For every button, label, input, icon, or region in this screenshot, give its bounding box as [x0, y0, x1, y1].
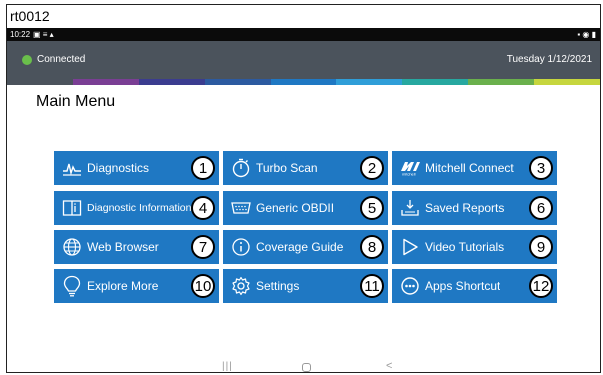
app-header: Connected Tuesday 1/12/2021	[7, 41, 600, 79]
menu-number-badge: 2	[360, 156, 384, 180]
menu-tile-mitchell-connect[interactable]: mitchell Mitchell Connect 3	[392, 151, 557, 185]
svg-text:mitchell: mitchell	[402, 172, 416, 177]
diagnostics-icon	[61, 157, 83, 179]
menu-tile-label: Mitchell Connect	[425, 161, 514, 175]
brand-color-stripe	[7, 79, 601, 85]
apps-icon	[399, 275, 421, 297]
menu-number-badge: 1	[191, 156, 215, 180]
android-nav-bar: ||| <	[0, 360, 603, 375]
menu-tile-explore-more[interactable]: Explore More 10	[54, 269, 219, 303]
menu-tile-settings[interactable]: Settings 11	[223, 269, 388, 303]
header-date: Tuesday 1/12/2021	[506, 54, 592, 65]
menu-number-badge: 10	[191, 274, 215, 298]
menu-tile-apps-shortcut[interactable]: Apps Shortcut 12	[392, 269, 557, 303]
stripe-segment	[336, 79, 403, 85]
stopwatch-icon	[230, 157, 252, 179]
menu-number-badge: 11	[360, 274, 384, 298]
recents-button[interactable]: |||	[222, 361, 233, 372]
menu-number-badge: 12	[529, 274, 553, 298]
menu-tile-diagnostics[interactable]: Diagnostics 1	[54, 151, 219, 185]
stripe-segment	[72, 79, 139, 85]
menu-tile-label: Explore More	[87, 279, 159, 293]
lightbulb-icon	[61, 275, 83, 297]
globe-icon	[61, 236, 83, 258]
menu-tile-label: Saved Reports	[425, 201, 505, 215]
menu-tile-label: Generic OBDII	[256, 201, 335, 215]
stripe-segment	[270, 79, 337, 85]
stripe-segment	[468, 79, 535, 85]
menu-tile-web-browser[interactable]: Web Browser 7	[54, 230, 219, 264]
connection-status[interactable]: Connected	[22, 54, 85, 65]
status-bar: 10:22 ▣ ≡ ▴ ▪ ◉ ▮	[7, 28, 600, 41]
menu-number-badge: 5	[360, 196, 384, 220]
menu-tile-label: Diagnostic Information	[87, 202, 192, 214]
mitchell-logo-icon: mitchell	[399, 157, 421, 179]
menu-tile-label: Web Browser	[87, 240, 159, 254]
gear-icon	[230, 275, 252, 297]
menu-tile-label: Video Tutorials	[425, 240, 505, 254]
menu-tile-diagnostic-information[interactable]: Diagnostic Information 4	[54, 191, 219, 225]
menu-tile-label: Coverage Guide	[256, 240, 344, 254]
page-title: Main Menu	[36, 93, 116, 110]
menu-tile-generic-obdii[interactable]: Generic OBDII 5	[223, 191, 388, 225]
menu-number-badge: 8	[360, 235, 384, 259]
menu-tile-label: Settings	[256, 279, 300, 293]
info-icon	[230, 236, 252, 258]
download-icon	[399, 197, 421, 219]
connection-label: Connected	[37, 54, 86, 65]
back-button[interactable]: <	[386, 360, 392, 372]
menu-tile-turbo-scan[interactable]: Turbo Scan 2	[223, 151, 388, 185]
menu-tile-label: Apps Shortcut	[425, 279, 501, 293]
home-button[interactable]	[302, 363, 311, 372]
stripe-segment	[204, 79, 271, 85]
menu-tile-label: Diagnostics	[87, 161, 150, 175]
status-notification-icons: ▣ ≡ ▴	[33, 30, 54, 39]
book-icon	[61, 197, 83, 219]
menu-number-badge: 6	[529, 196, 553, 220]
menu-tile-coverage-guide[interactable]: Coverage Guide 8	[223, 230, 388, 264]
connection-indicator-icon	[22, 54, 32, 65]
stripe-segment	[402, 79, 469, 85]
status-system-icons: ▪ ◉ ▮	[577, 30, 596, 39]
stripe-segment	[534, 79, 601, 85]
menu-number-badge: 4	[191, 196, 215, 220]
menu-tile-saved-reports[interactable]: Saved Reports 6	[392, 191, 557, 225]
menu-tile-label: Turbo Scan	[256, 161, 318, 175]
menu-number-badge: 7	[191, 235, 215, 259]
menu-tile-video-tutorials[interactable]: Video Tutorials 9	[392, 230, 557, 264]
status-time: 10:22	[10, 30, 31, 39]
menu-number-badge: 3	[529, 156, 553, 180]
stripe-segment	[7, 79, 73, 85]
obd-connector-icon	[230, 197, 252, 219]
menu-number-badge: 9	[529, 235, 553, 259]
stripe-segment	[138, 79, 205, 85]
play-icon	[399, 236, 421, 258]
screenshot-caption: rt0012	[10, 8, 50, 24]
